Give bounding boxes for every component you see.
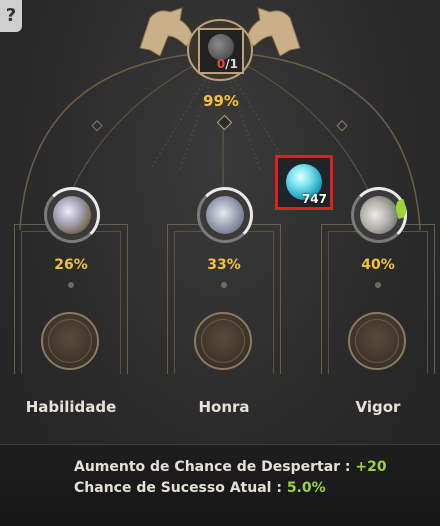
core-count: 0/1	[216, 57, 238, 71]
habilidade-avatar[interactable]	[44, 187, 100, 243]
connector-dot	[68, 282, 74, 288]
stat-label: Habilidade	[25, 398, 117, 416]
stat-percent: 33%	[207, 257, 241, 273]
horse-portrait-icon	[206, 196, 244, 234]
stat-panel-habilidade: 26% Habilidade	[14, 224, 128, 416]
success-chance-line: Chance de Sucesso Atual : 5.0%	[74, 480, 326, 496]
material-slot[interactable]: 747	[275, 155, 333, 210]
help-button[interactable]: ?	[0, 0, 22, 32]
material-quantity: 747	[301, 192, 327, 206]
horse-portrait-icon	[53, 196, 91, 234]
honra-avatar[interactable]	[197, 187, 253, 243]
stat-socket[interactable]	[194, 312, 252, 370]
info-panel: Aumento de Chance de Despertar : +20 Cha…	[0, 444, 440, 526]
connector-dot	[221, 282, 227, 288]
connector-dot	[375, 282, 381, 288]
stat-percent: 40%	[361, 257, 395, 273]
stat-panel-vigor: 40% Vigor	[321, 224, 435, 416]
vigor-avatar[interactable]	[351, 187, 409, 243]
horse-portrait-icon	[360, 196, 398, 234]
stat-socket[interactable]	[41, 312, 99, 370]
stat-percent: 26%	[54, 257, 88, 273]
center-chance: 99%	[203, 92, 239, 110]
awakening-core-slot[interactable]: 0/1	[198, 28, 244, 74]
stat-label: Vigor	[355, 398, 401, 416]
awakening-bonus-line: Aumento de Chance de Despertar : +20	[74, 459, 387, 475]
stat-socket[interactable]	[348, 312, 406, 370]
stat-label: Honra	[198, 398, 250, 416]
stat-panel-honra: 33% Honra	[167, 224, 281, 416]
